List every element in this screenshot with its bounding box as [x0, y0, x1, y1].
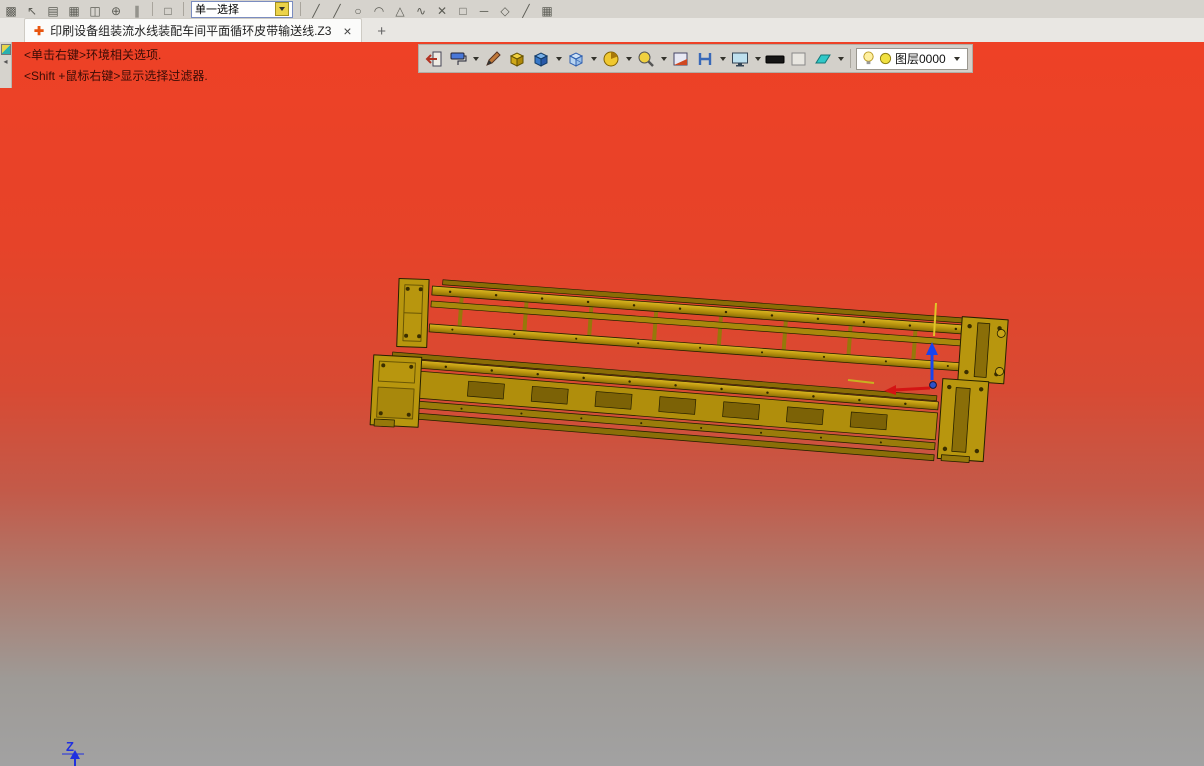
shaded-cube-dropdown[interactable] — [554, 47, 563, 70]
pencil-icon[interactable] — [482, 47, 504, 70]
render-mode-dropdown[interactable] — [471, 47, 480, 70]
zoom-dropdown[interactable] — [659, 47, 668, 70]
display-icon[interactable] — [729, 47, 751, 70]
delete-icon[interactable]: ✕ — [434, 1, 450, 17]
conveyor-model[interactable] — [369, 278, 1009, 464]
half-section-dropdown[interactable] — [718, 47, 727, 70]
box-icon[interactable] — [506, 47, 528, 70]
rotate-pie-dropdown[interactable] — [624, 47, 633, 70]
panel2-icon[interactable]: ▦ — [539, 1, 555, 17]
selection-mode-combo[interactable]: 单一选择 — [191, 0, 293, 18]
axis-z-label: Z — [66, 739, 74, 754]
grid-icon[interactable]: ▩ — [3, 1, 19, 17]
main-toolbar: ▩ ↖ ▤ ▦ ◫ ⊕ ∥ □ 单一选择 ╱ ╱ ○ ◠ △ ∿ ✕ □ ─ ◇… — [0, 0, 1204, 19]
history-icon[interactable]: ⊕ — [108, 1, 124, 17]
collapse-arrow-icon[interactable]: ◂ — [3, 58, 7, 66]
tab-close-icon[interactable]: × — [343, 23, 351, 39]
new-tab-button[interactable]: + — [370, 20, 394, 42]
circle-icon[interactable]: ○ — [350, 1, 366, 17]
document-icon: ✚ — [34, 23, 45, 38]
slash-icon[interactable]: ╱ — [308, 1, 324, 17]
slash2-icon[interactable]: ╱ — [518, 1, 534, 17]
toolbar-separator — [183, 2, 184, 16]
view-toolbar: 图层0000 — [418, 44, 973, 73]
hint-line-2: <Shift +鼠标右键>显示选择过滤器. — [24, 69, 208, 83]
hint-line-1: <单击右键>环境相关选项. — [24, 48, 162, 62]
view-axis-indicator: Z — [62, 739, 84, 766]
dash-icon[interactable]: ─ — [476, 1, 492, 17]
display-dropdown[interactable] — [753, 47, 762, 70]
color-swatch-icon[interactable] — [788, 47, 810, 70]
background-black-icon[interactable] — [764, 47, 786, 70]
manager-collapse-strip[interactable]: ◂ — [0, 42, 12, 88]
rotate-pie-icon[interactable] — [600, 47, 622, 70]
layer-combo[interactable]: 图层0000 — [856, 47, 968, 70]
box-tool-icon[interactable]: □ — [455, 1, 471, 17]
section-icon[interactable] — [670, 47, 692, 70]
layer-combo-dropdown[interactable] — [950, 51, 964, 67]
render-mode-icon[interactable] — [447, 47, 469, 70]
toolbar-separator — [850, 49, 851, 68]
shaded-cube-icon[interactable] — [530, 47, 552, 70]
zw3d-window: ▩ ↖ ▤ ▦ ◫ ⊕ ∥ □ 单一选择 ╱ ╱ ○ ◠ △ ∿ ✕ □ ─ ◇… — [0, 0, 1204, 766]
document-tab[interactable]: ✚ 印刷设备组装流水线装配车间平面循环皮带输送线.Z3 × — [24, 18, 362, 42]
columns-icon[interactable]: ◫ — [87, 1, 103, 17]
layer-bulb-icon[interactable] — [861, 47, 876, 70]
half-section-icon[interactable] — [694, 47, 716, 70]
selection-mode-value: 单一选择 — [195, 4, 239, 16]
document-tab-title: 印刷设备组装流水线装配车间平面循环皮带输送线.Z3 — [50, 24, 332, 38]
prompt-hints: <单击右键>环境相关选项. <Shift +鼠标右键>显示选择过滤器. — [24, 45, 208, 87]
chevron-down-icon — [279, 7, 285, 11]
line-icon[interactable]: ╱ — [329, 1, 345, 17]
tab-bar: ✚ 印刷设备组装流水线装配车间平面循环皮带输送线.Z3 × + — [0, 18, 1204, 43]
cursor-icon[interactable]: ↖ — [24, 1, 40, 17]
layer-combo-value: 图层0000 — [895, 52, 946, 66]
wireframe-cube-icon[interactable] — [565, 47, 587, 70]
wireframe-cube-dropdown[interactable] — [589, 47, 598, 70]
panel-icon[interactable]: □ — [160, 1, 176, 17]
exit-environment-icon[interactable] — [423, 47, 445, 70]
combo-dropdown-button[interactable] — [275, 2, 289, 16]
list-icon[interactable]: ▤ — [45, 1, 61, 17]
sheet-icon[interactable] — [812, 47, 834, 70]
arc-icon[interactable]: ◠ — [371, 1, 387, 17]
layer-color-icon[interactable] — [879, 47, 892, 70]
sheet-dropdown[interactable] — [836, 47, 845, 70]
toolbar-separator — [152, 2, 153, 16]
triangle-icon[interactable]: △ — [392, 1, 408, 17]
toolbar-separator — [300, 2, 301, 16]
zoom-icon[interactable] — [635, 47, 657, 70]
manager-panel-icon[interactable] — [0, 44, 11, 55]
graphics-viewport[interactable]: ◂ <单击右键>环境相关选项. <Shift +鼠标右键>显示选择过滤器. 图层… — [0, 42, 1204, 766]
model-canvas[interactable]: Z — [0, 42, 1204, 766]
table-icon[interactable]: ▦ — [66, 1, 82, 17]
spline-icon[interactable]: ∿ — [413, 1, 429, 17]
diamond-icon[interactable]: ◇ — [497, 1, 513, 17]
hash-icon[interactable]: ∥ — [129, 1, 145, 17]
